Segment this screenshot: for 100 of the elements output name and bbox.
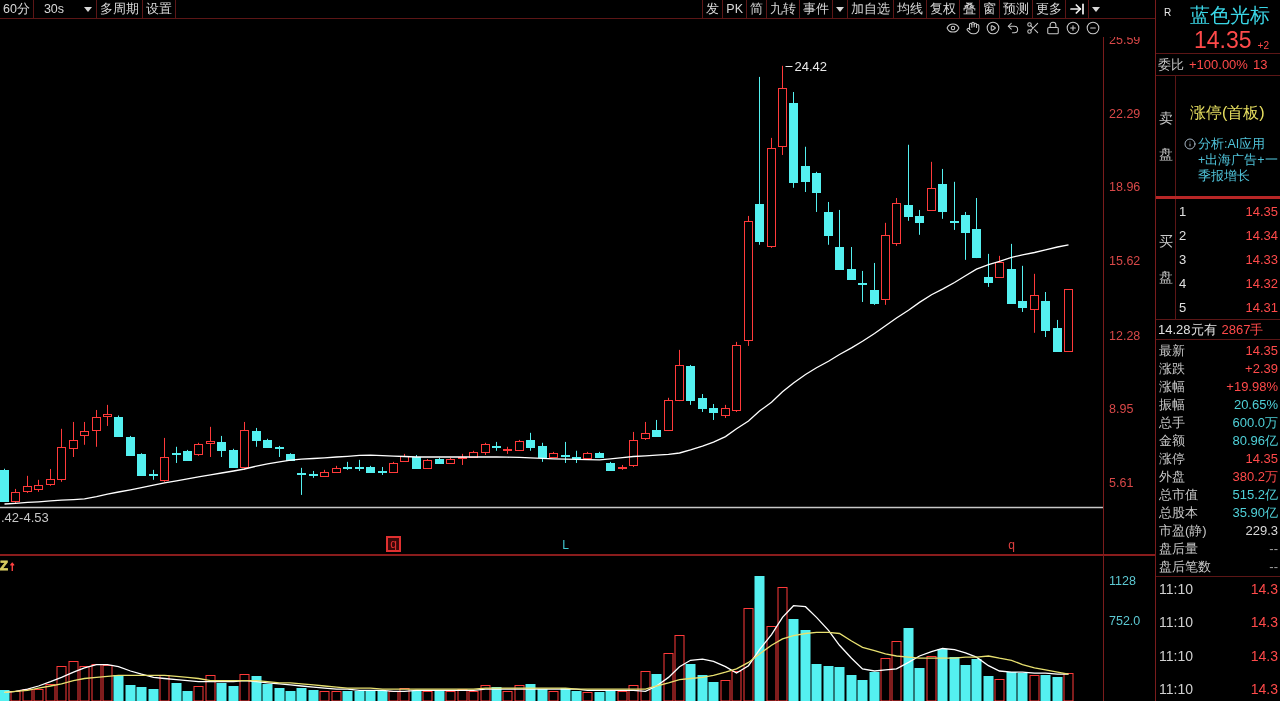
dropdown-button[interactable] [1088, 0, 1103, 18]
side-label: 盘 [1158, 147, 1173, 161]
toolbar-button[interactable]: 预测 [999, 0, 1032, 18]
axis-label: 1128 [1109, 573, 1136, 588]
rising-candle [423, 458, 432, 470]
rising-candle [80, 421, 89, 446]
toolbar-button[interactable]: 多周期 [96, 0, 143, 18]
falling-candle [1018, 265, 1027, 313]
rising-candle [34, 479, 43, 493]
rising-candle [721, 404, 730, 419]
falling-candle [801, 146, 810, 193]
zoom-in-icon[interactable] [1066, 21, 1080, 35]
stat-label: 振幅 [1159, 397, 1185, 411]
rising-candle [995, 255, 1004, 279]
falling-candle [915, 209, 924, 236]
stat-label: 金额 [1159, 433, 1185, 447]
limit-price-text: 14.28元有 [1158, 323, 1217, 336]
rising-candle [481, 442, 490, 456]
rising-candle [11, 488, 20, 505]
falling-candle [858, 270, 867, 303]
toolbar-button[interactable]: 九转 [766, 0, 799, 18]
stat-value: 80.96亿 [1232, 433, 1278, 447]
falling-candle [137, 452, 146, 477]
boxed-signal-label: q [386, 536, 401, 552]
rising-candle [57, 428, 66, 483]
flag-label: R [1163, 6, 1173, 20]
price-change: +2 [1257, 39, 1269, 53]
falling-candle [492, 441, 501, 452]
stat-value: +19.98% [1226, 379, 1278, 393]
toolbar-button[interactable]: PK [722, 0, 746, 18]
signal-label: L [562, 538, 569, 552]
falling-candle [561, 441, 570, 464]
bid-price: 14.34 [1245, 228, 1278, 242]
falling-candle [114, 415, 123, 438]
dropdown-button[interactable] [832, 0, 847, 18]
falling-candle [172, 446, 181, 464]
falling-candle [378, 466, 387, 476]
toolbar-button[interactable]: 发 [702, 0, 723, 18]
stat-value: +2.39 [1245, 361, 1278, 375]
caret-icon [1092, 6, 1100, 12]
falling-candle [183, 449, 192, 462]
toolbar-button[interactable]: 60分 [0, 0, 33, 18]
falling-candle [435, 457, 444, 465]
rising-candle [675, 349, 684, 402]
falling-candle [1053, 319, 1062, 353]
falling-candle [297, 467, 306, 496]
trade-price: 14.3 [1250, 682, 1278, 696]
falling-candle [538, 442, 547, 463]
rising-candle [446, 457, 455, 465]
bid-price: 14.33 [1245, 252, 1278, 266]
eye-icon[interactable] [946, 21, 960, 35]
toolbar-button[interactable]: 加自选 [847, 0, 893, 18]
trade-time: 11:10 [1159, 682, 1193, 696]
stat-value: 600.0万 [1232, 415, 1278, 429]
pane-label: ↑ [9, 558, 16, 573]
zoom-out-icon[interactable] [1086, 21, 1100, 35]
falling-candle [309, 470, 318, 479]
falling-candle [961, 211, 970, 261]
undo-icon[interactable] [1006, 21, 1020, 35]
stat-value: 20.65% [1233, 397, 1278, 411]
falling-candle [595, 451, 604, 459]
hand-icon[interactable] [966, 21, 980, 35]
toolbar-button[interactable]: 事件 [799, 0, 832, 18]
arrow-to-bar-icon [1069, 1, 1085, 17]
toolbar-button[interactable]: 复权 [926, 0, 959, 18]
toolbar-button[interactable]: 设置 [142, 0, 176, 18]
trade-time: 11:10 [1159, 582, 1193, 596]
limit-volume-text: 2867手 [1221, 323, 1264, 336]
stat-value: -- [1269, 559, 1278, 573]
toolbar-button[interactable]: 均线 [893, 0, 926, 18]
falling-candle [835, 209, 844, 271]
toolbar-button[interactable]: 更多 [1032, 0, 1065, 18]
annotation-leader-line [785, 66, 793, 67]
stat-label: 外盘 [1159, 469, 1185, 483]
falling-candle [275, 445, 284, 458]
toolbar-button[interactable]: 叠 [959, 0, 979, 18]
rising-candle [103, 404, 112, 427]
stat-label: 总市值 [1159, 487, 1198, 501]
toolbar-button[interactable]: 简 [746, 0, 766, 18]
falling-candle [972, 197, 981, 259]
toolbar-button[interactable]: 窗 [979, 0, 999, 18]
stat-label: 市盈(静) [1159, 523, 1207, 537]
period-dropdown[interactable]: 30s [32, 0, 97, 18]
rising-candle [618, 464, 627, 471]
pane-label: Z [0, 558, 8, 573]
analysis-text: 分析:AI应用+出海广告+一季报增长 [1198, 136, 1278, 184]
falling-candle [229, 448, 238, 469]
falling-candle [847, 246, 856, 281]
lock-icon[interactable] [1046, 21, 1060, 35]
play-circle-icon[interactable] [986, 21, 1000, 35]
scissors-icon[interactable] [1026, 21, 1040, 35]
rising-candle [549, 451, 558, 459]
falling-candle [709, 403, 718, 421]
side-label: 卖 [1158, 111, 1173, 125]
falling-candle [366, 465, 375, 474]
falling-candle [526, 432, 535, 452]
axis-label: 5.61 [1109, 476, 1134, 491]
stat-label: 盘后笔数 [1159, 559, 1211, 573]
bid-rank: 5 [1179, 300, 1187, 314]
falling-candle [252, 427, 261, 448]
